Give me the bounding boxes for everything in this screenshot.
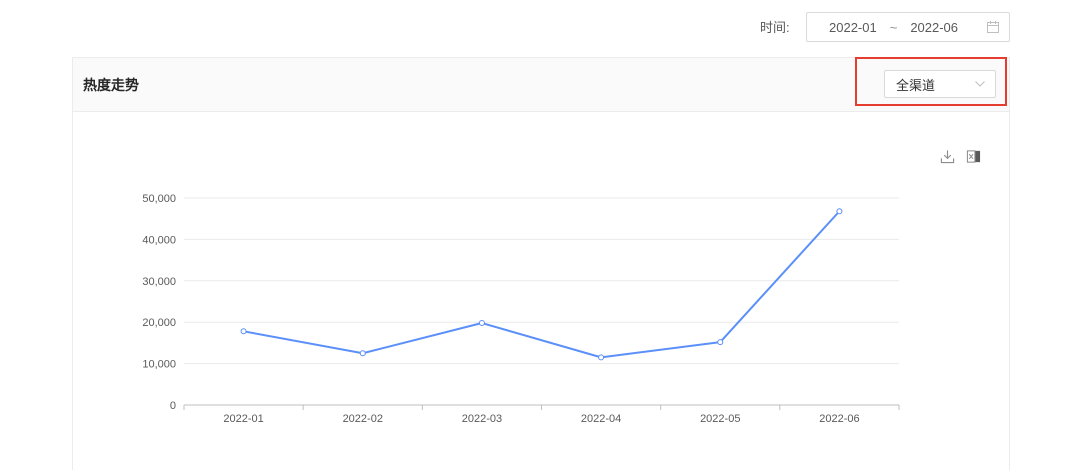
panel-header: 热度走势 全渠道 — [73, 58, 1009, 112]
date-range-separator: ~ — [889, 19, 898, 35]
series-line — [243, 210, 841, 359]
date-range-picker[interactable]: 2022-01 ~ 2022-06 — [806, 12, 1010, 42]
time-label: 时间: — [760, 20, 790, 35]
y-tick-label: 40,000 — [142, 234, 176, 246]
x-tick-label: 2022-05 — [700, 413, 740, 425]
y-tick-label: 10,000 — [142, 359, 176, 371]
data-point — [717, 339, 724, 346]
chevron-down-icon — [975, 81, 985, 87]
chevron-down-icon-glyph — [975, 81, 985, 87]
x-tick-label: 2022-06 — [819, 413, 859, 425]
data-point — [359, 350, 366, 357]
panel-title: 热度走势 — [83, 77, 139, 93]
x-tick-label: 2022-02 — [343, 413, 383, 425]
data-point — [836, 208, 843, 215]
y-tick-label: 50,000 — [142, 193, 176, 205]
trend-line-chart: 0 10,000 20,000 30,000 40,000 50,000 2022-01 20… — [142, 193, 900, 425]
y-tick-label: 0 — [170, 400, 176, 412]
channel-select-value: 全渠道 — [896, 77, 936, 93]
calendar-icon-glyph — [987, 21, 999, 33]
x-tick-label: 2022-04 — [581, 413, 621, 425]
data-point — [478, 320, 485, 327]
x-tick-label: 2022-01 — [223, 413, 263, 425]
trend-panel: 热度走势 全渠道 0 10,000 20,000 30,000 40,000 50,000… — [72, 57, 1010, 470]
data-point — [240, 328, 247, 335]
y-tick-label: 30,000 — [142, 276, 176, 288]
x-tick-label: 2022-03 — [462, 413, 502, 425]
y-tick-label: 20,000 — [142, 317, 176, 329]
data-point — [598, 354, 605, 361]
date-range-start[interactable]: 2022-01 — [829, 20, 877, 35]
calendar-icon — [987, 21, 999, 33]
date-range-end[interactable]: 2022-06 — [910, 20, 958, 35]
channel-select[interactable]: 全渠道 — [884, 70, 996, 98]
